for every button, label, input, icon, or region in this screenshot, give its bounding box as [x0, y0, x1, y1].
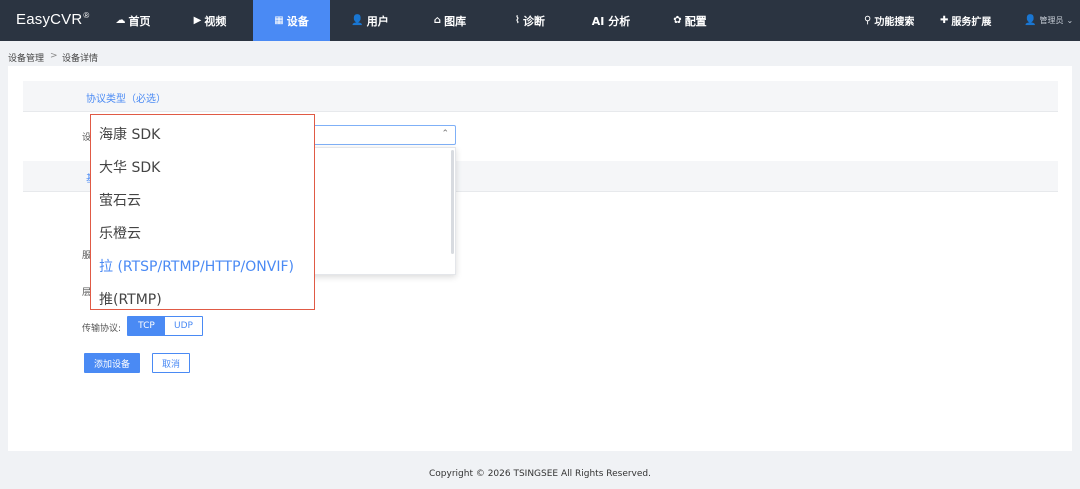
- user-icon: 👤: [351, 15, 364, 26]
- nav-user[interactable]: 👤 用户: [340, 0, 400, 41]
- transport-toggle: TCP UDP: [127, 316, 203, 336]
- nav-ai-analysis[interactable]: AI 分析: [580, 0, 642, 41]
- chevron-up-icon: ⌃: [441, 129, 449, 139]
- breadcrumb-parent[interactable]: 设备管理: [8, 51, 44, 64]
- protocol-option-push[interactable]: 推(RTMP): [99, 289, 162, 309]
- nav-home[interactable]: ☁ 首页: [103, 0, 163, 41]
- brand-logo[interactable]: EasyCVR®: [16, 11, 90, 28]
- nav-feature-search-label: 功能搜索: [874, 17, 915, 28]
- nav-ai-analysis-label: AI 分析: [591, 14, 631, 28]
- transport-tcp-button[interactable]: TCP: [128, 317, 165, 335]
- nav-user-label: 用户: [366, 14, 389, 28]
- protocol-option-imou[interactable]: 乐橙云: [99, 223, 141, 243]
- protocol-section-header: 协议类型（必选）: [23, 81, 1058, 112]
- nav-service-extension-label: 服务扩展: [951, 17, 992, 28]
- protocol-dropdown-menu: [306, 147, 456, 275]
- protocol-options-callout: 海康 SDK 大华 SDK 萤石云 乐橙云 拉 (RTSP/RTMP/HTTP/…: [90, 114, 315, 310]
- nav-service-extension[interactable]: ✚ 服务扩展: [940, 0, 991, 41]
- dropdown-scrollbar[interactable]: [451, 150, 454, 254]
- puzzle-icon: ✚: [940, 15, 949, 26]
- nav-gallery-label: 图库: [444, 14, 467, 28]
- transport-label: 传输协议:: [82, 324, 122, 334]
- gear-icon: ✿: [673, 15, 682, 26]
- user-menu[interactable]: 👤 管理员 ⌄: [1024, 0, 1073, 41]
- breadcrumb-current: 设备详情: [62, 54, 99, 64]
- breadcrumb-separator: >: [50, 51, 58, 61]
- user-menu-label: 管理员: [1039, 16, 1064, 25]
- top-navbar: EasyCVR® ☁ 首页 ▶ 视频 ▦ 设备 👤 用户 ⌂ 图库 ⌇ 诊断 A…: [0, 0, 1080, 41]
- footer-copyright: Copyright © 2026 TSINGSEE All Rights Res…: [429, 469, 651, 479]
- gallery-icon: ⌂: [433, 15, 442, 26]
- nav-feature-search[interactable]: ⚲ 功能搜索: [864, 0, 914, 41]
- nav-video-label: 视频: [204, 14, 227, 28]
- protocol-option-dahua[interactable]: 大华 SDK: [99, 157, 160, 177]
- grid-icon: ▦: [274, 15, 284, 26]
- nav-device[interactable]: ▦ 设备: [253, 0, 330, 41]
- play-icon: ▶: [193, 15, 202, 26]
- nav-diagnosis[interactable]: ⌇ 诊断: [500, 0, 560, 41]
- nav-device-label: 设备: [286, 14, 309, 28]
- nav-diagnosis-label: 诊断: [522, 14, 545, 28]
- transport-udp-button[interactable]: UDP: [165, 317, 202, 335]
- pulse-icon: ⌇: [515, 15, 520, 26]
- brand-name: EasyCVR: [16, 11, 83, 28]
- protocol-section-title: 协议类型（必选）: [86, 94, 166, 105]
- nav-home-label: 首页: [128, 14, 151, 28]
- protocol-select[interactable]: ⌃: [306, 125, 456, 145]
- cancel-button[interactable]: 取消: [152, 353, 190, 373]
- nav-config-label: 配置: [684, 14, 707, 28]
- nav-video[interactable]: ▶ 视频: [180, 0, 240, 41]
- user-avatar-icon: 👤: [1024, 15, 1037, 26]
- protocol-option-ezviz[interactable]: 萤石云: [99, 190, 141, 210]
- protocol-option-pull[interactable]: 拉 (RTSP/RTMP/HTTP/ONVIF): [99, 256, 294, 276]
- brand-registered-mark: ®: [83, 11, 90, 20]
- chevron-down-icon: ⌄: [1066, 16, 1074, 25]
- nav-gallery[interactable]: ⌂ 图库: [420, 0, 480, 41]
- nav-config[interactable]: ✿ 配置: [660, 0, 720, 41]
- add-device-button[interactable]: 添加设备: [84, 353, 140, 373]
- search-icon: ⚲: [864, 15, 872, 26]
- protocol-option-hikvision[interactable]: 海康 SDK: [99, 124, 160, 144]
- cloud-icon: ☁: [115, 15, 126, 26]
